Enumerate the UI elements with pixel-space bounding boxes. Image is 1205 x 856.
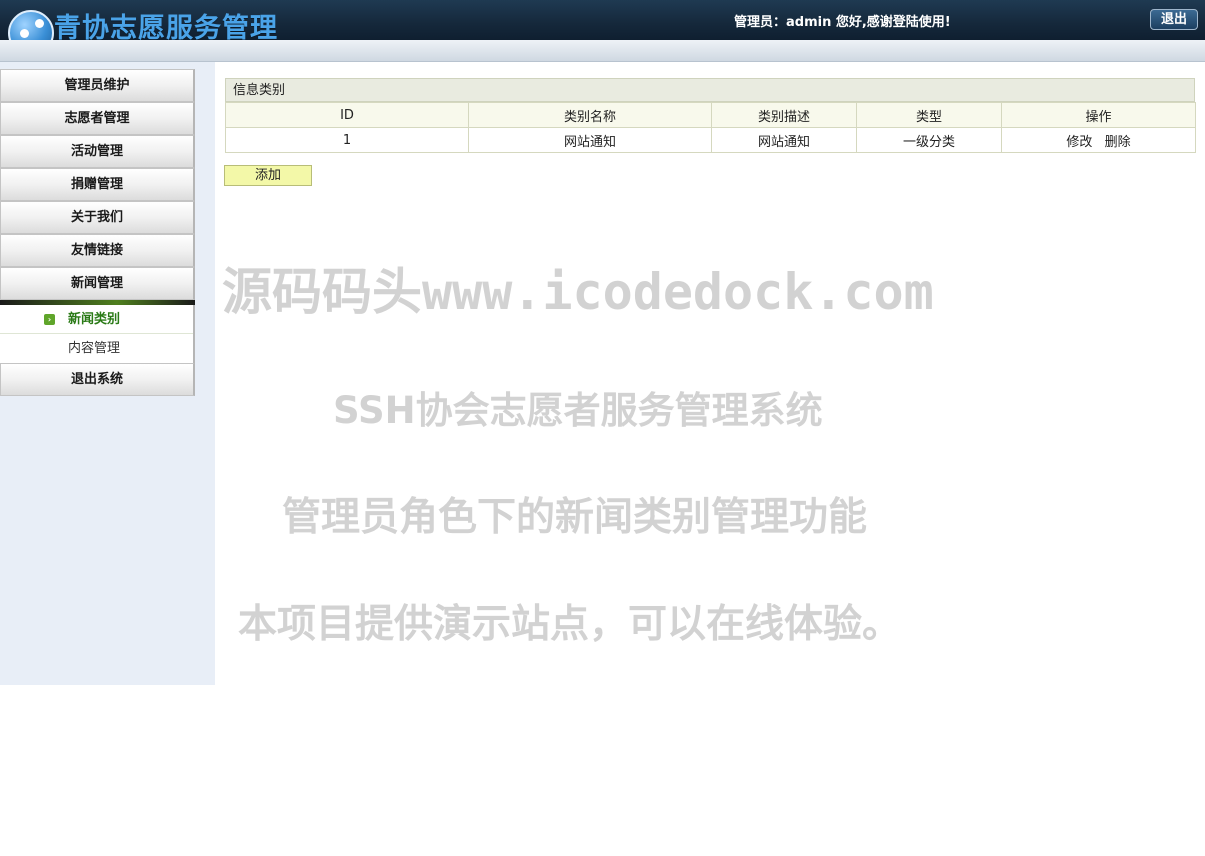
column-header-actions: 操作 [1001,102,1196,128]
sidebar-item-volunteer-management[interactable]: 志愿者管理 [0,102,195,135]
category-table: ID 类别名称 类别描述 类型 操作 1 网站通知 网站通知 一级分类 修改 删… [225,102,1196,153]
welcome-text: 管理员：admin 您好,感谢登陆使用! [734,15,951,30]
watermark-line: 源码码头www.icodedock.com [222,263,934,321]
logout-button[interactable]: 退出 [1150,9,1198,30]
panel-title: 信息类别 [225,78,1195,102]
sidebar-subitem-news-category[interactable]: › 新闻类别 [0,305,193,334]
watermark-line: SSH协会志愿者服务管理系统 [333,389,823,432]
header-subbar [0,40,1205,62]
watermark-line: 管理员角色下的新闻类别管理功能 [282,495,868,540]
cell-id: 1 [225,127,469,153]
table-header-row: ID 类别名称 类别描述 类型 操作 [225,102,1196,128]
chevron-right-icon: › [44,314,55,325]
sidebar-subitem-label: 新闻类别 [68,312,121,327]
sidebar-item-about-us[interactable]: 关于我们 [0,201,195,234]
delete-link[interactable]: 删除 [1105,135,1131,150]
column-header-type: 类型 [856,102,1002,128]
column-header-description: 类别描述 [711,102,857,128]
column-header-id: ID [225,102,469,128]
column-header-name: 类别名称 [468,102,712,128]
cell-description: 网站通知 [711,127,857,153]
sidebar-item-admin-maintenance[interactable]: 管理员维护 [0,69,195,102]
edit-link[interactable]: 修改 [1066,135,1092,150]
table-row: 1 网站通知 网站通知 一级分类 修改 删除 [225,127,1196,153]
add-button[interactable]: 添加 [224,165,312,186]
sidebar-subitem-label: 内容管理 [68,341,121,356]
cell-name: 网站通知 [468,127,712,153]
top-header: 青协志愿服务管理 管理员：admin 您好,感谢登陆使用! 退出 [0,0,1205,56]
sidebar-item-activity-management[interactable]: 活动管理 [0,135,195,168]
watermark-line: 本项目提供演示站点，可以在线体验。 [238,602,902,647]
sidebar-item-exit-system[interactable]: 退出系统 [0,363,195,396]
sidebar-item-donation-management[interactable]: 捐赠管理 [0,168,195,201]
news-submenu: › 新闻类别 内容管理 [0,305,195,363]
cell-type: 一级分类 [856,127,1002,153]
sidebar-item-news-management[interactable]: 新闻管理 [0,267,195,300]
cell-actions: 修改 删除 [1001,127,1196,153]
sidebar-item-friend-links[interactable]: 友情链接 [0,234,195,267]
sidebar-menu: 管理员维护 志愿者管理 活动管理 捐赠管理 关于我们 友情链接 新闻管理 › 新… [0,69,195,396]
sidebar-subitem-content-management[interactable]: 内容管理 [0,334,193,363]
category-panel: 信息类别 ID 类别名称 类别描述 类型 操作 1 网站通知 网站通知 一级分类… [225,78,1196,153]
